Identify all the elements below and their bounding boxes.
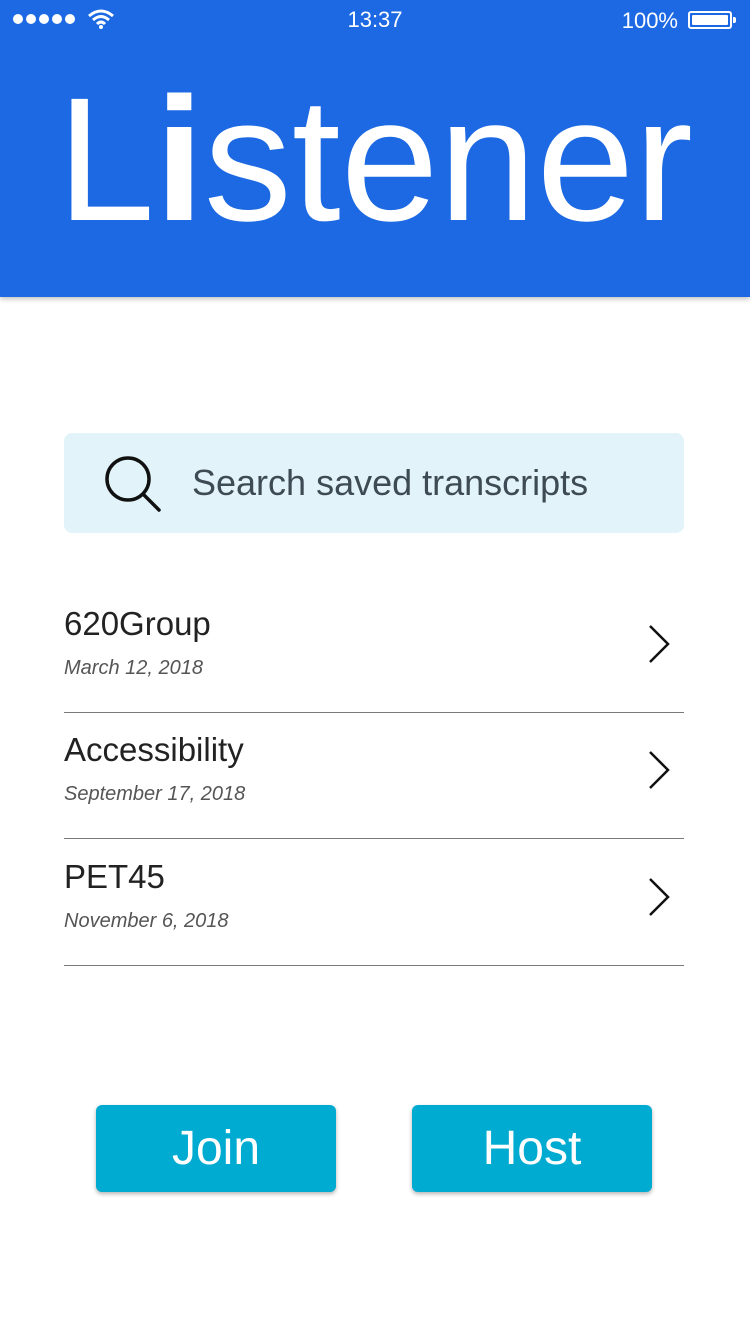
transcript-row[interactable]: 620Group March 12, 2018	[64, 587, 684, 713]
chevron-right-icon	[649, 751, 670, 789]
search-icon	[105, 456, 161, 512]
search-placeholder: Search saved transcripts	[192, 462, 589, 503]
transcript-date: November 6, 2018	[64, 910, 229, 932]
logo-letter-l: L	[57, 62, 155, 258]
transcript-title: 620Group	[64, 605, 211, 642]
battery-icon	[688, 11, 736, 29]
transcript-row[interactable]: PET45 November 6, 2018	[64, 840, 684, 966]
app-header: 13:37 100% Listener	[0, 0, 750, 297]
transcript-date: September 17, 2018	[64, 783, 246, 805]
join-button[interactable]: Join	[96, 1105, 336, 1192]
status-bar: 13:37 100%	[0, 0, 750, 40]
transcript-date: March 12, 2018	[64, 657, 203, 679]
chevron-right-icon	[649, 625, 670, 663]
host-button[interactable]: Host	[412, 1105, 652, 1192]
app-logo: Listener	[0, 72, 750, 248]
logo-letters-rest: stener	[203, 62, 693, 258]
transcript-title: PET45	[64, 858, 165, 895]
chevron-right-icon	[649, 878, 670, 916]
transcript-row[interactable]: Accessibility September 17, 2018	[64, 713, 684, 839]
transcript-title: Accessibility	[64, 731, 244, 768]
battery-percent: 100%	[621, 8, 678, 33]
logo-letter-i: i	[154, 62, 204, 258]
